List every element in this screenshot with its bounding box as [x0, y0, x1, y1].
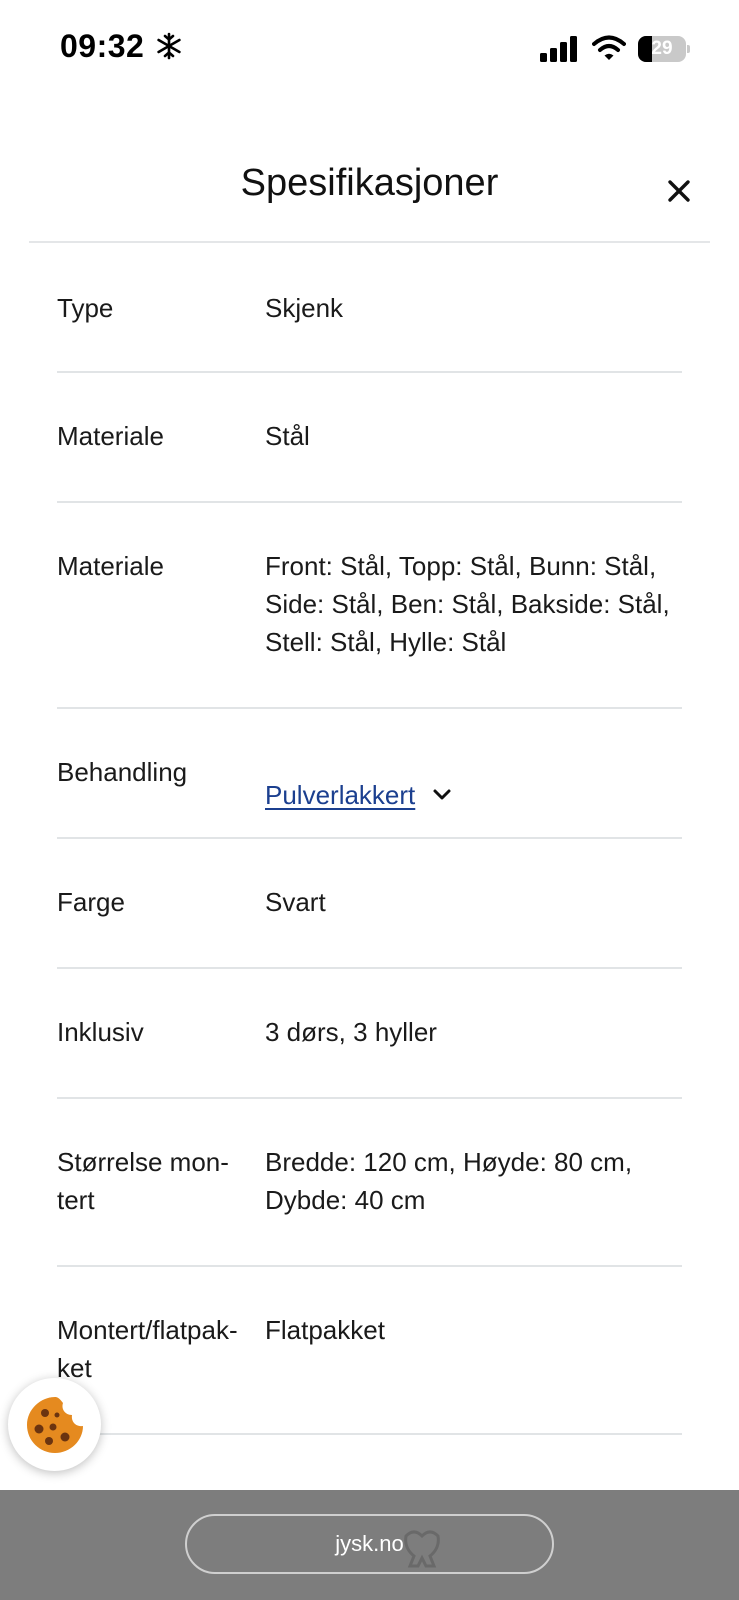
spec-row-type: Type Skjenk	[57, 243, 682, 373]
spec-value: Bredde: 120 cm, Høyde: 80 cm, Dybde: 40 …	[265, 1147, 633, 1215]
spec-row-material: Materiale Stål	[57, 373, 682, 503]
spec-label: Type	[57, 293, 114, 323]
status-time: 09:32	[60, 28, 145, 64]
spec-value: Svart	[265, 887, 326, 917]
snowflake-icon	[157, 32, 181, 60]
cellular-signal-icon	[540, 36, 577, 62]
status-bar: 09:32 29	[0, 0, 739, 100]
spec-label: Inklusiv	[57, 1017, 144, 1047]
url-text: jysk.no	[335, 1531, 404, 1556]
treatment-link[interactable]: Pulverlakkert	[265, 776, 415, 814]
spec-row-assembly: Montert/flatpak-ket Flatpakket	[57, 1267, 682, 1435]
spec-value: Front: Stål, Topp: Stål, Bunn: Stål, Sid…	[265, 551, 670, 657]
spec-label: Størrelse mon-tert	[57, 1147, 229, 1215]
spec-label: Farge	[57, 887, 125, 917]
chevron-down-icon[interactable]	[431, 784, 453, 806]
battery-level: 29	[651, 38, 673, 59]
spec-label: Materiale	[57, 551, 164, 581]
spec-value: Stål	[265, 421, 310, 451]
battery-icon: 29	[638, 36, 690, 62]
spec-row-material-detail: Materiale Front: Stål, Topp: Stål, Bunn:…	[57, 503, 682, 709]
page-title: Spesifikasjoner	[240, 162, 499, 204]
spec-row-included: Inklusiv 3 dørs, 3 hyller	[57, 969, 682, 1099]
spec-label: Behandling	[57, 757, 188, 787]
treatment-expander[interactable]: Pulverlakkert	[265, 753, 682, 837]
battery-tip	[687, 45, 690, 53]
spec-list: Type Skjenk Materiale Stål Materiale Fro…	[57, 243, 682, 1435]
wifi-icon	[592, 35, 626, 60]
close-button[interactable]	[660, 172, 698, 210]
spec-row-treatment: Behandling Pulverlakkert	[57, 709, 682, 839]
spec-label: Materiale	[57, 421, 164, 451]
spec-row-color: Farge Svart	[57, 839, 682, 969]
battery-body: 29	[638, 36, 686, 62]
hand-pointer-icon	[404, 1530, 440, 1568]
address-bar[interactable]: jysk.no	[185, 1514, 554, 1574]
spec-value: 3 dørs, 3 hyller	[265, 1017, 437, 1047]
spec-value: Skjenk	[265, 293, 344, 323]
cookie-icon	[26, 1396, 83, 1453]
spec-row-size-assembled: Størrelse mon-tert Bredde: 120 cm, Høyde…	[57, 1099, 682, 1267]
browser-bar: jysk.no	[0, 1490, 739, 1600]
close-icon	[668, 180, 690, 202]
cookie-settings-button[interactable]	[8, 1378, 101, 1471]
spec-value: Flatpakket	[265, 1315, 385, 1345]
